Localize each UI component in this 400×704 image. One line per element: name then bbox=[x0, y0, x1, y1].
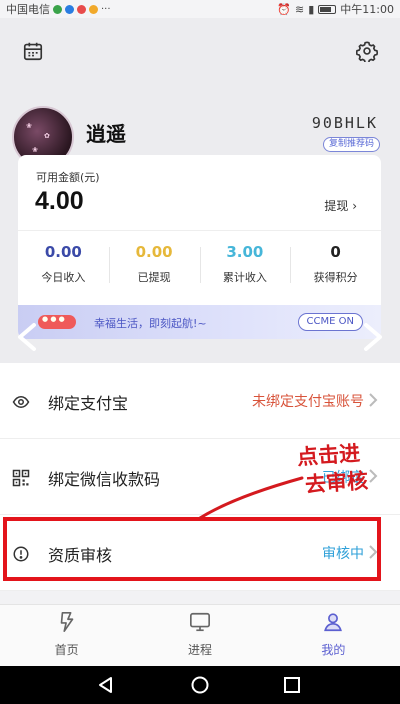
stat-value: 0.00 bbox=[44, 243, 82, 261]
tab-progress[interactable]: 进程 bbox=[133, 605, 266, 666]
stat-label: 已提现 bbox=[137, 271, 171, 284]
status-bar: 中国电信 ··· ⏰ ≋ ▮ 中午11:00 bbox=[0, 0, 400, 18]
promo-banner[interactable]: 幸福生活，即刻起航!~ CCME ON bbox=[18, 305, 381, 339]
withdraw-button[interactable]: 提现 bbox=[324, 197, 357, 214]
stat-withdrawn[interactable]: 0.00 已提现 bbox=[108, 239, 200, 299]
avatar-pattern-icon: ✿ bbox=[44, 132, 50, 140]
divider bbox=[18, 230, 381, 231]
carrier-label: 中国电信 bbox=[6, 3, 50, 16]
recent-apps-icon[interactable] bbox=[282, 675, 302, 695]
tab-home[interactable]: 首页 bbox=[0, 605, 133, 666]
clock-label: 中午11:00 bbox=[340, 3, 394, 16]
tab-label: 进程 bbox=[187, 643, 212, 657]
menu-item-label: 绑定微信收款码 bbox=[48, 470, 161, 489]
banner-cta-button[interactable]: CCME ON bbox=[297, 313, 363, 331]
home-icon[interactable] bbox=[190, 675, 210, 695]
battery-icon bbox=[318, 4, 337, 14]
banner-badge-icon bbox=[38, 315, 76, 329]
stat-value: 3.00 bbox=[226, 243, 264, 261]
user-icon bbox=[324, 613, 343, 632]
chevron-right-icon bbox=[369, 393, 378, 407]
copy-referral-button[interactable]: 复制推荐码 bbox=[322, 137, 380, 152]
wifi-icon: ≋ bbox=[295, 2, 305, 16]
tab-label: 我的 bbox=[321, 643, 346, 657]
app-notification-icon bbox=[53, 4, 62, 14]
system-nav-bar bbox=[0, 666, 400, 704]
banner-text: 幸福生活，即刻起航!~ bbox=[94, 317, 207, 330]
gear-icon[interactable] bbox=[356, 40, 378, 62]
stat-today-income[interactable]: 0.00 今日收入 bbox=[18, 239, 109, 299]
chevron-left-icon[interactable] bbox=[14, 322, 40, 352]
bottom-tab-bar: 首页 进程 我的 bbox=[0, 604, 400, 666]
qrcode-icon bbox=[12, 469, 30, 487]
alarm-icon: ⏰ bbox=[277, 2, 292, 16]
stat-points[interactable]: 0 获得积分 bbox=[290, 239, 381, 299]
balance-label: 可用金额(元) bbox=[36, 171, 100, 184]
calendar-icon[interactable] bbox=[22, 40, 44, 62]
flash-icon bbox=[60, 612, 73, 632]
balance-card: 可用金额(元) 4.00 提现 0.00 今日收入 0.00 已提现 3.00 … bbox=[18, 155, 381, 339]
monitor-icon bbox=[189, 612, 210, 632]
menu-item-label: 绑定支付宝 bbox=[48, 394, 129, 413]
signal-icon: ▮ bbox=[308, 2, 315, 16]
chevron-right-icon[interactable] bbox=[360, 322, 386, 352]
eye-icon bbox=[12, 395, 30, 409]
stat-value: 0 bbox=[330, 243, 341, 261]
annotation-highlight-box bbox=[3, 517, 381, 581]
username: 逍遥 bbox=[86, 122, 126, 146]
back-icon[interactable] bbox=[96, 675, 116, 695]
stat-label: 今日收入 bbox=[41, 271, 86, 284]
app-notification-icon bbox=[77, 4, 86, 14]
stats-row: 0.00 今日收入 0.00 已提现 3.00 累计收入 0 获得积分 bbox=[18, 239, 381, 299]
stat-label: 获得积分 bbox=[313, 271, 358, 284]
avatar-pattern-icon: ❀ bbox=[32, 146, 38, 154]
tab-label: 首页 bbox=[54, 643, 79, 657]
app-notification-icon bbox=[89, 4, 98, 14]
stat-value: 0.00 bbox=[135, 243, 173, 261]
avatar-pattern-icon: ❀ bbox=[26, 122, 32, 130]
stat-total-income[interactable]: 3.00 累计收入 bbox=[199, 239, 291, 299]
referral-code: 90BHLK bbox=[311, 114, 378, 132]
tab-mine[interactable]: 我的 bbox=[267, 605, 400, 666]
more-notifications-icon: ··· bbox=[101, 3, 111, 15]
balance-amount: 4.00 bbox=[35, 187, 84, 215]
annotation-stroke-icon bbox=[198, 476, 304, 520]
menu-item-alipay[interactable]: 绑定支付宝 未绑定支付宝账号 bbox=[0, 363, 400, 439]
menu-item-status: 未绑定支付宝账号 bbox=[252, 394, 364, 410]
app-notification-icon bbox=[65, 4, 74, 14]
stat-label: 累计收入 bbox=[222, 271, 267, 284]
annotation-text: 点击进 去审核 bbox=[296, 437, 400, 500]
